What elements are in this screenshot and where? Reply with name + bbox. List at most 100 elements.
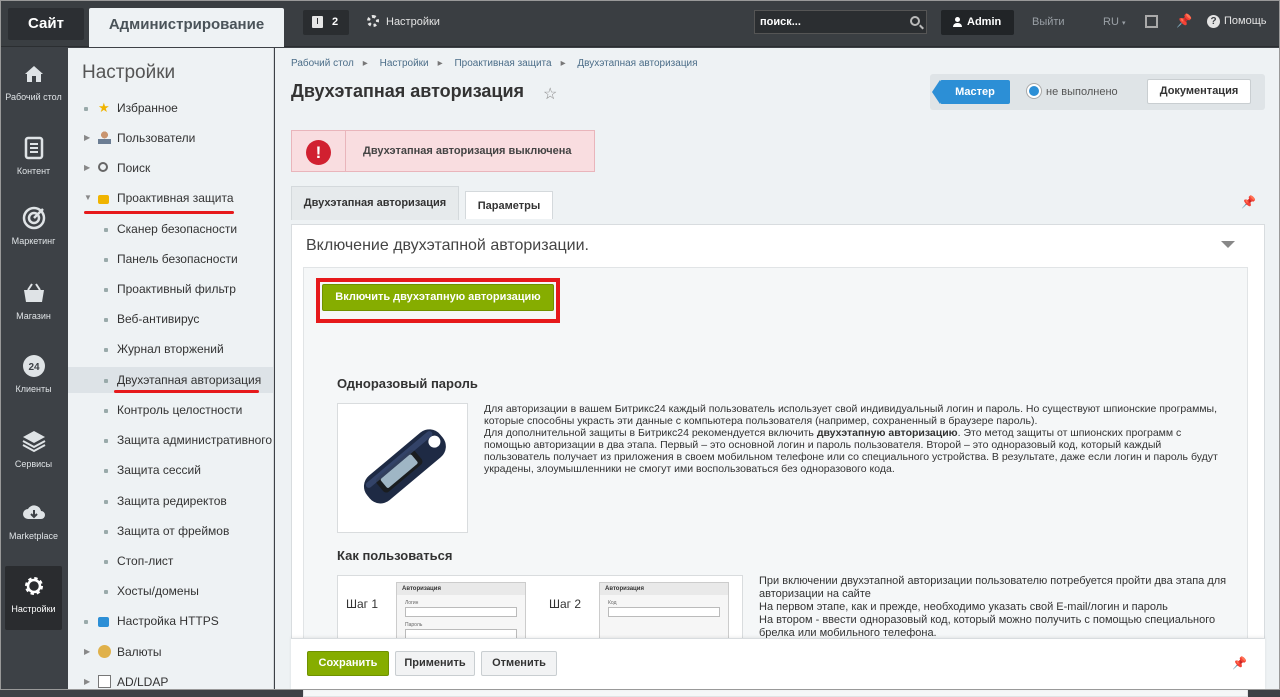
steps-illustration: Шаг 1 Авторизация Логин Пароль Шаг 2 Авт… (337, 575, 743, 645)
step-1-label: Шаг 1 (346, 597, 379, 611)
star-icon: ★ (98, 100, 110, 115)
menu-item-label: Пользователи (117, 131, 196, 145)
chevron-right-icon: ▶ (84, 163, 91, 172)
tab-two-factor[interactable]: Двухэтапная авторизация (291, 186, 459, 220)
alert-banner: ! Двухэтапная авторизация выключена (291, 130, 595, 172)
master-button[interactable]: Мастер (932, 80, 1010, 104)
main-content: Рабочий стол ▸ Настройки ▸ Проактивная защ… (275, 48, 1280, 697)
menu-item-stoplist[interactable]: Стоп-лист (68, 548, 273, 574)
calendar-icon[interactable] (1145, 15, 1158, 28)
save-button[interactable]: Сохранить (307, 651, 389, 676)
otp-text-1: Для авторизации в вашем Битрикс24 каждый… (484, 403, 1218, 427)
menu-item-security-panel[interactable]: Панель безопасности (68, 246, 273, 272)
menu-item-antivirus[interactable]: Веб-антивирус (68, 306, 273, 332)
bullet-icon (104, 439, 108, 443)
menu-item-label: Журнал вторжений (117, 342, 224, 356)
wizard-box: Мастер не выполнено Документация (930, 74, 1265, 110)
menu-item-ldap[interactable]: ▶ AD/LDAP (68, 669, 273, 690)
breadcrumb: Рабочий стол ▸ Настройки ▸ Проактивная защ… (291, 58, 698, 69)
menu-item-users[interactable]: ▶ Пользователи (68, 125, 273, 151)
alert-divider (345, 131, 346, 171)
form-field-label: Код (608, 600, 617, 606)
menu-item-label: Валюты (117, 645, 162, 659)
breadcrumb-item[interactable]: Рабочий стол (291, 58, 354, 69)
breadcrumb-item[interactable]: Двухэтапная авторизация (577, 58, 697, 69)
menu-item-intrusion-log[interactable]: Журнал вторжений (68, 336, 273, 362)
menu-item-favorites[interactable]: ★ Избранное (68, 95, 273, 121)
menu-item-session-protection[interactable]: Защита сессий (68, 457, 273, 483)
cancel-button[interactable]: Отменить (481, 651, 557, 676)
breadcrumb-separator: ▸ (560, 58, 566, 69)
documentation-button[interactable]: Документация (1147, 79, 1251, 104)
logout-link[interactable]: Выйти (1032, 16, 1065, 28)
pin-icon[interactable]: 📌 (1241, 195, 1256, 209)
site-tab[interactable]: Сайт (8, 8, 84, 40)
form-field-label: Пароль (405, 622, 423, 628)
user-icon (98, 131, 111, 144)
bullet-icon (104, 379, 108, 383)
favorite-star-icon[interactable]: ☆ (543, 84, 557, 104)
chevron-right-icon: ▶ (84, 647, 91, 656)
menu-item-integrity[interactable]: Контроль целостности (68, 397, 273, 423)
https-lock-icon (98, 617, 109, 627)
step-2-label: Шаг 2 (549, 597, 582, 611)
form-field (608, 607, 720, 617)
iconbar-shop[interactable]: Магазин (5, 273, 62, 337)
bullet-icon (84, 107, 88, 111)
panel-title: Включение двухэтапной авторизации. (306, 237, 589, 254)
menu-item-search[interactable]: ▶ Поиск (68, 155, 273, 181)
menu-item-label: AD/LDAP (117, 675, 169, 689)
menu-item-frame-protection[interactable]: Защита от фреймов (68, 518, 273, 544)
menu-item-proactive-filter[interactable]: Проактивный фильтр (68, 276, 273, 302)
tab-parameters[interactable]: Параметры (465, 191, 553, 219)
menu-item-redirect-protection[interactable]: Защита редиректов (68, 488, 273, 514)
menu-item-proactive[interactable]: ▼ Проактивная защита (68, 185, 273, 211)
language-label: RU (1103, 16, 1119, 28)
user-menu[interactable]: Admin (941, 10, 1014, 35)
notifications-button[interactable]: 2 (303, 10, 349, 35)
menu-item-scanner[interactable]: Сканер безопасности (68, 216, 273, 242)
settings-link[interactable]: Настройки (367, 14, 440, 30)
howto-text-1: При включении двухэтапной авторизации по… (759, 575, 1227, 600)
breadcrumb-item[interactable]: Проактивная защита (454, 58, 551, 69)
status-label: не выполнено (1046, 86, 1118, 98)
search-input[interactable]: поиск... (754, 10, 927, 34)
iconbar-marketing[interactable]: Маркетинг (5, 198, 62, 262)
menu-item-https[interactable]: Настройка HTTPS (68, 608, 273, 634)
menu-item-currencies[interactable]: ▶ Валюты (68, 639, 273, 665)
help-link[interactable]: ? Помощь (1207, 15, 1267, 28)
icon-sidebar: Рабочий стол Контент Маркетинг Магазин 2… (0, 48, 68, 690)
menu-item-label: Контроль целостности (117, 403, 243, 417)
menu-item-label: Веб-антивирус (117, 312, 200, 326)
menu-item-hosts[interactable]: Хосты/домены (68, 578, 273, 604)
page-title: Двухэтапная авторизация (291, 81, 525, 101)
collapse-chevron-icon[interactable] (1221, 241, 1235, 248)
otp-text-2a: Для дополнительной защиты в Битрикс24 ре… (484, 427, 817, 439)
admin-tab[interactable]: Администрирование (89, 8, 284, 47)
iconbar-settings[interactable]: Настройки (5, 566, 62, 630)
apply-button[interactable]: Применить (395, 651, 475, 676)
bullet-icon (104, 348, 108, 352)
otp-title: Одноразовый пароль (337, 376, 478, 391)
form-actions-bar: Сохранить Применить Отменить 📌 (291, 638, 1265, 690)
menu-item-admin-protection[interactable]: Защита административного раздела (68, 427, 273, 453)
bullet-icon (104, 409, 108, 413)
iconbar-label: Контент (16, 166, 51, 176)
search-icon[interactable] (910, 16, 920, 26)
iconbar-desktop[interactable]: Рабочий стол (5, 54, 62, 118)
pin-icon[interactable]: 📌 (1176, 13, 1192, 29)
breadcrumb-item[interactable]: Настройки (380, 58, 429, 69)
iconbar-content[interactable]: Контент (5, 128, 62, 192)
otp-token-image (337, 403, 468, 533)
iconbar-marketplace[interactable]: Marketplace (5, 493, 62, 557)
language-selector[interactable]: RU ▾ (1103, 16, 1125, 28)
pin-icon[interactable]: 📌 (1232, 656, 1247, 670)
menu-item-label: Проактивная защита (117, 191, 234, 205)
iconbar-clients[interactable]: 24 Клиенты (5, 346, 62, 410)
enable-two-factor-button[interactable]: Включить двухэтапную авторизацию (322, 284, 554, 311)
settings-link-label: Настройки (386, 16, 440, 28)
chevron-down-icon: ▼ (84, 193, 92, 202)
bullet-icon (104, 500, 108, 504)
basket-icon (22, 281, 46, 305)
iconbar-services[interactable]: Сервисы (5, 421, 62, 485)
